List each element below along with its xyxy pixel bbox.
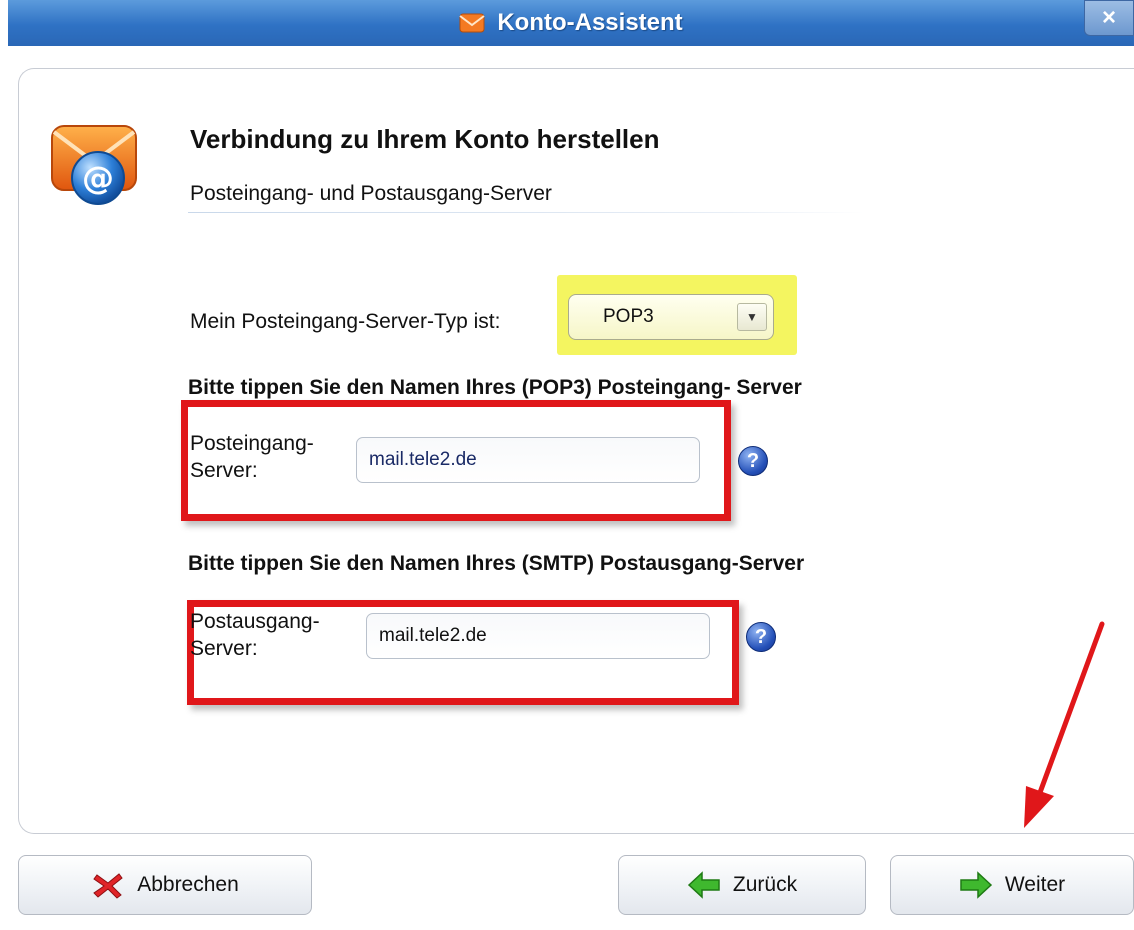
help-icon[interactable]: ? <box>746 622 776 652</box>
server-type-label: Mein Posteingang-Server-Typ ist: <box>190 310 501 333</box>
page-subtitle: Posteingang- und Postausgang-Server <box>190 182 552 205</box>
outgoing-server-input[interactable]: mail.tele2.de <box>366 613 710 659</box>
back-button-label: Zurück <box>732 873 798 896</box>
arrow-right-icon <box>960 871 992 899</box>
window-title-area: Konto-Assistent <box>8 0 1134 46</box>
close-button[interactable]: × <box>1084 0 1134 36</box>
envelope-icon <box>459 13 485 33</box>
outgoing-section-title: Bitte tippen Sie den Namen Ihres (SMTP) … <box>188 552 805 575</box>
window-titlebar: Konto-Assistent × <box>8 0 1134 46</box>
cancel-button-label: Abbrechen <box>137 873 239 896</box>
incoming-server-label: Posteingang- Server: <box>190 430 314 484</box>
red-x-icon <box>93 873 123 899</box>
server-type-value: POP3 <box>603 306 654 327</box>
subtitle-divider <box>188 212 864 213</box>
mail-at-icon: @ <box>51 125 137 205</box>
page-title: Verbindung zu Ihrem Konto herstellen <box>190 124 660 154</box>
server-type-select[interactable]: POP3 ▼ <box>568 294 774 340</box>
back-button[interactable]: Zurück <box>618 855 866 915</box>
incoming-section-title: Bitte tippen Sie den Namen Ihres (POP3) … <box>188 376 802 399</box>
outgoing-label-line2: Server: <box>190 637 258 660</box>
outgoing-label-line1: Postausgang- <box>190 610 320 633</box>
chevron-down-icon[interactable]: ▼ <box>737 303 767 331</box>
incoming-label-line2: Server: <box>190 459 258 482</box>
annotation-arrow-icon <box>1024 621 1105 828</box>
next-button[interactable]: Weiter <box>890 855 1134 915</box>
help-icon[interactable]: ? <box>738 446 768 476</box>
outgoing-server-label: Postausgang- Server: <box>190 608 320 662</box>
incoming-label-line1: Posteingang- <box>190 432 314 455</box>
svg-text:@: @ <box>82 159 114 197</box>
next-button-label: Weiter <box>1004 873 1066 896</box>
incoming-server-input[interactable]: mail.tele2.de <box>356 437 700 483</box>
window-title: Konto-Assistent <box>497 9 683 36</box>
cancel-button[interactable]: Abbrechen <box>18 855 312 915</box>
arrow-left-icon <box>687 871 720 899</box>
